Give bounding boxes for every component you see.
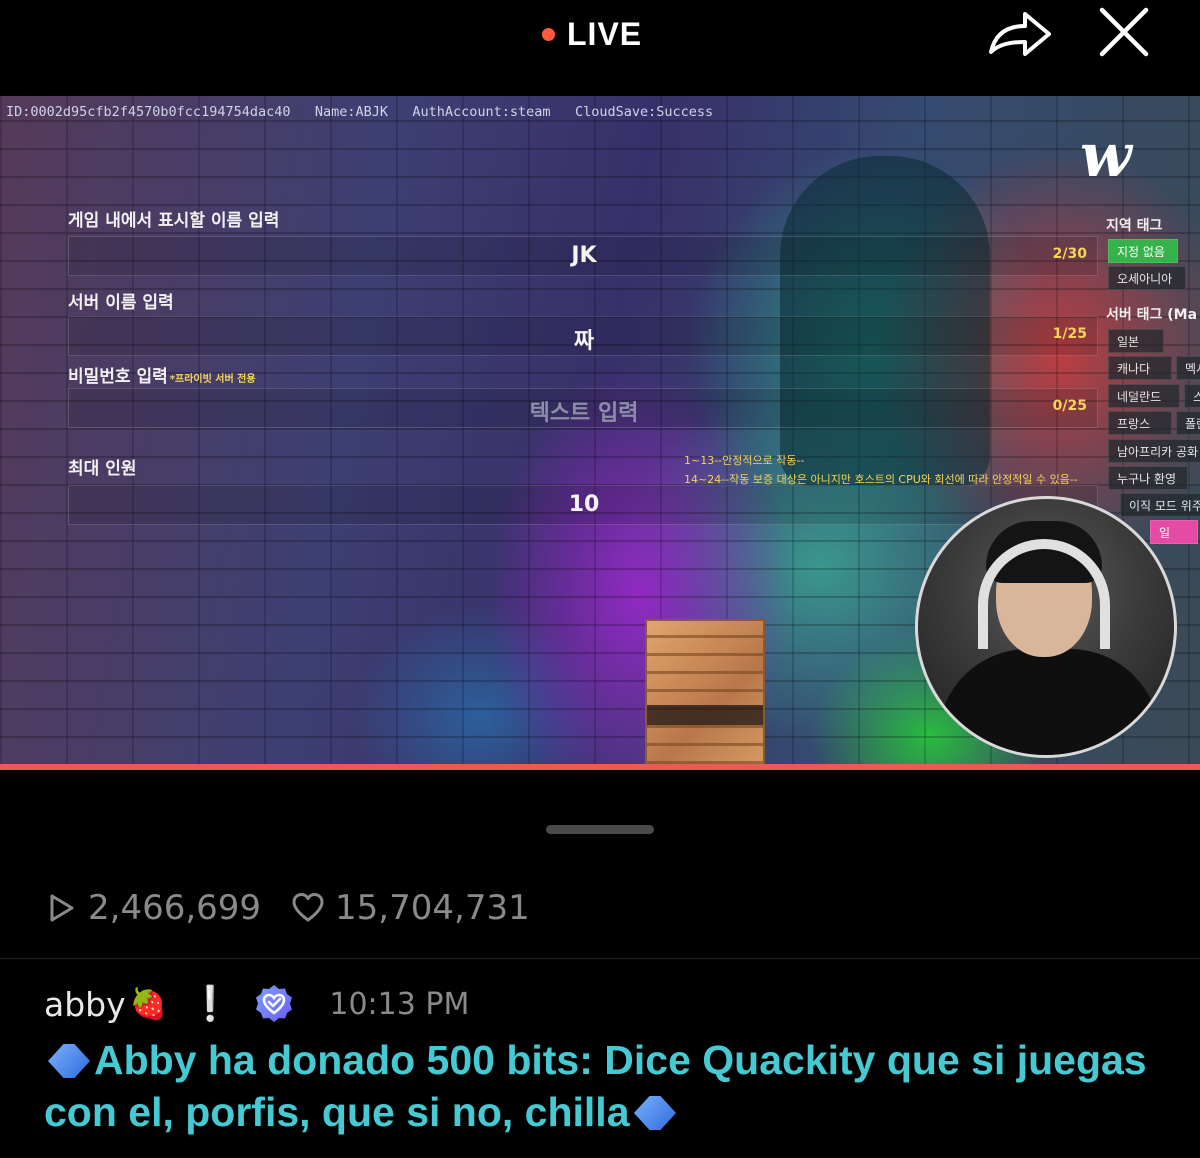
server-tag[interactable]: 남아프리카 공화 [1108,439,1200,463]
live-dot-icon [542,27,555,41]
server-name-value: 짜 [573,329,595,354]
display-name-input[interactable]: JK 2/30 [68,236,1098,276]
heart-icon[interactable] [291,891,325,925]
view-count: 2,466,699 [88,888,262,928]
max-players-value: 10 [568,492,600,517]
server-tag[interactable]: 스 [1184,384,1200,408]
server-tag[interactable]: 폴란 [1176,411,1200,435]
share-arrow-icon [989,12,1051,56]
max-players-input[interactable]: 10 [68,485,1098,525]
server-name-label: 서버 이름 입력 [68,293,174,313]
password-label-text: 비밀번호 입력 [68,367,168,387]
stream-progress-bar[interactable] [0,764,1200,770]
blue-diamond-icon [48,1044,90,1078]
password-label: 비밀번호 입력 *프라이빗 서버 전용 [68,362,256,387]
chat-message: Abby ha donado 500 bits: Dice Quackity q… [44,1034,1174,1138]
server-tag[interactable]: 캐나다 [1108,356,1172,380]
region-tag-title: 지역 태그 [1106,218,1163,234]
server-tag[interactable]: 프랑스 [1108,411,1172,435]
chat-message-text: Abby ha donado 500 bits: Dice Quackity q… [44,1037,1147,1135]
close-icon [1099,7,1149,57]
note-line: 14~24--작동 보증 대상은 아니지만 호스트의 CPU와 회선에 따라 안… [684,473,1078,486]
chat-timestamp: 10:13 PM [329,986,470,1022]
live-indicator: LIVE [542,14,642,54]
server-tag[interactable]: 누구나 환영 [1108,466,1188,490]
server-tag-title: 서버 태그 (Ma [1106,307,1198,323]
stream-stats: 2,466,699 15,704,731 [44,884,530,932]
private-server-note: *프라이빗 서버 전용 [169,374,256,385]
close-button[interactable] [1096,4,1152,60]
stream-video[interactable]: ID:0002d95cfb2f4570b0fcc194754dac40 Name… [0,96,1200,766]
sheet-drag-handle[interactable] [546,825,654,834]
weverse-logo: w [1080,121,1132,191]
server-name-input[interactable]: 짜 1/25 [68,316,1098,356]
max-players-label: 최대 인원 [68,459,137,479]
note-line: 1~13--안정적으로 작동-- [684,454,805,467]
exclamation-icon: ❕ [189,984,232,1024]
server-tag[interactable]: 일 [1150,520,1198,544]
like-count: 15,704,731 [335,888,530,928]
display-name-label: 게임 내에서 표시할 이름 입력 [68,211,280,231]
game-block-stack [645,619,765,766]
display-name-count: 2/30 [1052,246,1087,262]
chat-message-header: abby 🍓 ❕ 10:13 PM [44,980,469,1028]
streamer-body [938,649,1160,755]
webcam-overlay [915,496,1177,758]
display-name-value: JK [571,243,597,268]
password-placeholder: 텍스트 입력 [529,401,639,426]
server-tag[interactable]: 일본 [1108,329,1164,353]
verified-heart-badge-icon [256,985,293,1022]
server-tag[interactable]: 이직 모드 위주 [1120,493,1200,517]
live-label: LIVE [567,15,643,52]
player-count-notes: 1~13--안정적으로 작동-- 14~24--작동 보증 대상은 아니지만 호… [684,451,1078,489]
chat-username[interactable]: abby [44,985,126,1024]
region-tag[interactable]: 오세아니아 [1108,266,1186,290]
blue-diamond-icon [633,1096,676,1130]
password-count: 0/25 [1052,398,1087,414]
top-bar: LIVE [0,0,1200,96]
strawberry-emoji: 🍓 [129,986,168,1022]
divider [0,958,1200,959]
region-tag[interactable]: 지정 없음 [1108,239,1178,263]
debug-info: ID:0002d95cfb2f4570b0fcc194754dac40 Name… [6,104,714,120]
play-icon [50,894,74,922]
password-input[interactable]: 텍스트 입력 0/25 [68,388,1098,428]
server-tag[interactable]: 멕시 [1176,356,1200,380]
share-button[interactable] [985,4,1055,60]
server-tag[interactable]: 네덜란드 [1108,384,1180,408]
server-name-count: 1/25 [1052,326,1087,342]
